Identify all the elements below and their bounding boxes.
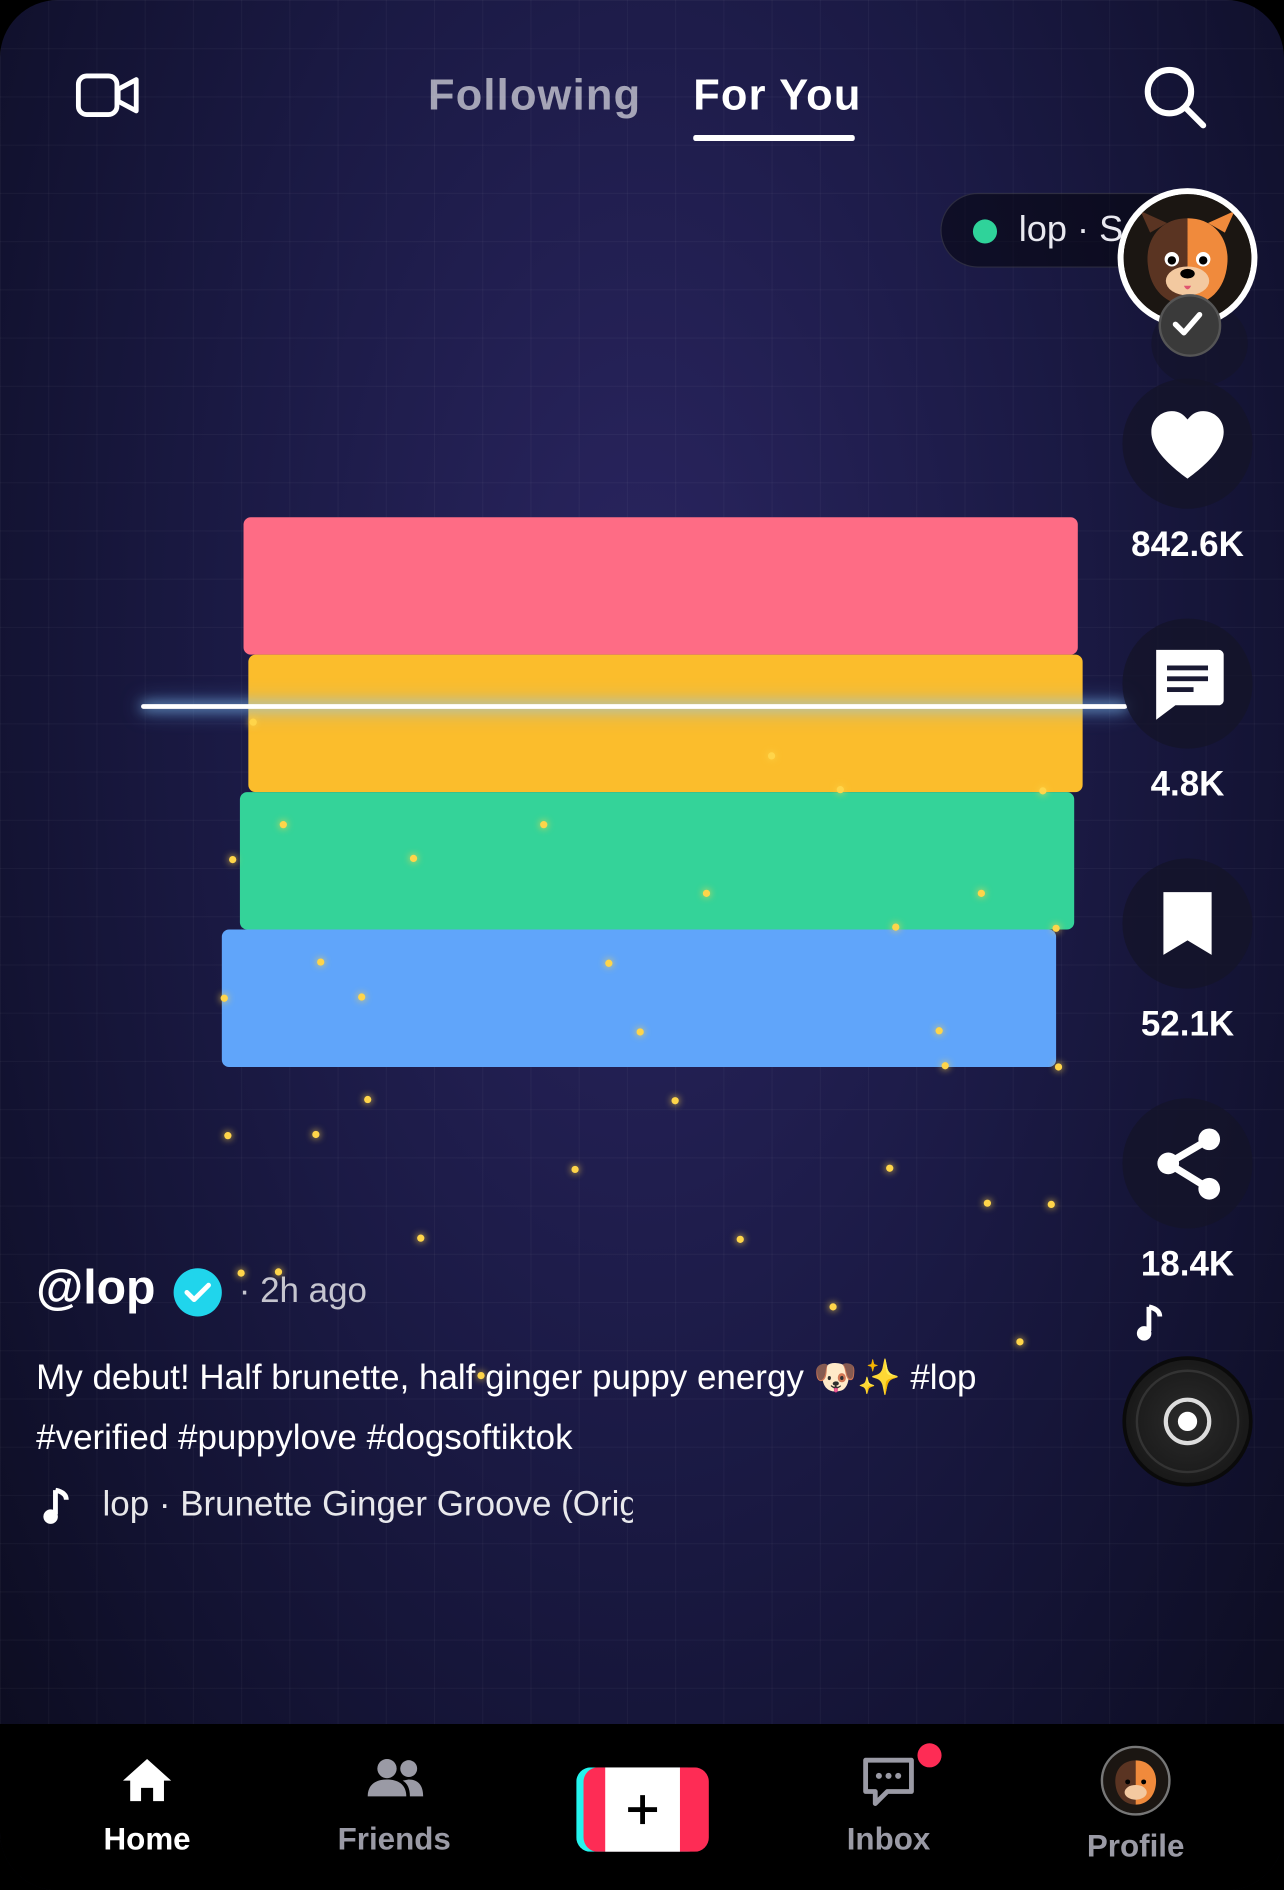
music-note-icon: [43, 1487, 69, 1524]
music-note-icon: [1133, 1304, 1167, 1343]
stripe-yellow: [248, 654, 1083, 793]
create-post-button[interactable]: [576, 1767, 709, 1852]
scan-line: [141, 704, 1128, 709]
active-tab-indicator: [693, 135, 855, 142]
vinyl-disc-icon: [1135, 1369, 1240, 1474]
heart-icon: [1151, 411, 1224, 479]
nav-friends-label: Friends: [337, 1820, 451, 1857]
comment-count: 4.8K: [1150, 765, 1225, 805]
save-count: 52.1K: [1140, 1005, 1235, 1045]
tab-for-you[interactable]: For You: [693, 70, 861, 121]
comment-button[interactable]: [1122, 618, 1253, 749]
nav-profile-label: Profile: [1086, 1827, 1185, 1864]
music-disc-button[interactable]: [1122, 1356, 1253, 1487]
music-row[interactable]: lop · Brunette Ginger Groove (Original S…: [36, 1483, 639, 1531]
like-button[interactable]: [1122, 378, 1253, 509]
verified-badge-icon: [173, 1268, 222, 1317]
nav-home-label: Home: [103, 1820, 191, 1857]
live-pill-text: lop · S: [1018, 209, 1124, 250]
like-count: 842.6K: [1131, 525, 1244, 565]
search-icon[interactable]: [1140, 63, 1210, 133]
share-count: 18.4K: [1140, 1245, 1235, 1284]
stripe-blue: [221, 929, 1057, 1067]
music-title: lop · Brunette Ginger Groove (Original S…: [102, 1485, 632, 1524]
live-camera-icon[interactable]: [75, 70, 143, 123]
comment-icon: [1156, 649, 1224, 720]
plus-icon: [576, 1767, 709, 1852]
bottom-nav: Home Friends Inbox Profile: [0, 1724, 1284, 1890]
profile-avatar-icon: [1100, 1745, 1171, 1816]
nav-inbox-label: Inbox: [846, 1820, 931, 1857]
post-caption: My debut! Half brunette, half ginger pup…: [36, 1358, 977, 1458]
followed-check-icon[interactable]: [1158, 294, 1222, 357]
share-button[interactable]: [1122, 1098, 1253, 1229]
inbox-icon: [863, 1757, 914, 1806]
live-status-dot: [972, 219, 998, 244]
share-icon: [1157, 1128, 1221, 1200]
friends-icon: [367, 1758, 424, 1797]
tab-following[interactable]: Following: [428, 70, 641, 121]
save-button[interactable]: [1122, 858, 1253, 989]
stripe-green: [239, 792, 1075, 930]
home-icon: [122, 1758, 172, 1802]
bookmark-icon: [1163, 892, 1212, 955]
stripe-pink: [243, 517, 1078, 655]
app-screen: Following For You lop · S 842.6K 4.8K 52…: [0, 0, 1284, 1890]
post-time: · 2h ago: [238, 1271, 368, 1311]
inbox-notification-badge: [917, 1743, 942, 1768]
post-username[interactable]: @lop: [36, 1261, 155, 1315]
